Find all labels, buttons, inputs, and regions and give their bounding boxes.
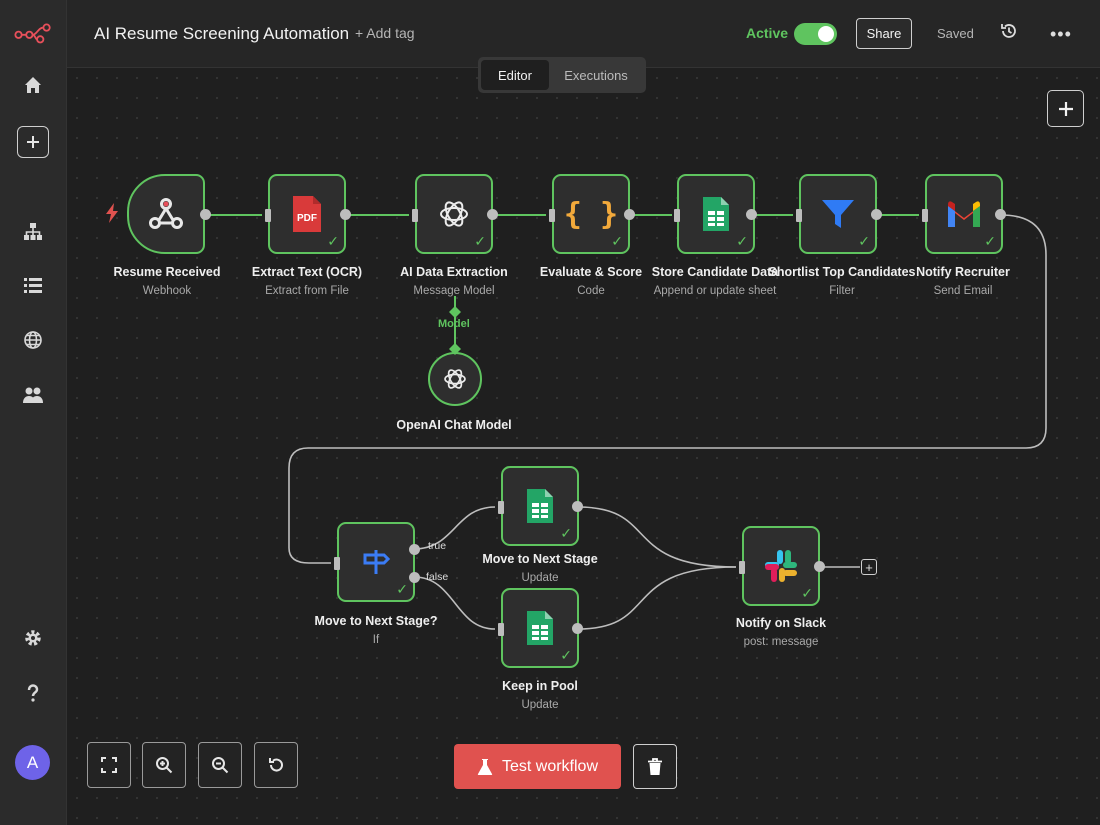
node-move-to-next-stage[interactable]: ✓ — [501, 466, 579, 546]
reset-zoom-button[interactable] — [254, 742, 298, 788]
input-port[interactable] — [739, 561, 745, 574]
input-port[interactable] — [796, 209, 802, 222]
output-port[interactable] — [487, 209, 498, 220]
node-label: Notify on Slack post: message — [735, 616, 827, 648]
model-port[interactable] — [449, 306, 461, 318]
slack-icon — [765, 550, 797, 582]
node-resume-received[interactable] — [127, 174, 205, 254]
true-output-port[interactable] — [409, 544, 420, 555]
filter-icon — [822, 200, 854, 228]
test-workflow-button[interactable]: Test workflow — [454, 744, 621, 789]
output-port[interactable] — [814, 561, 825, 572]
input-port[interactable] — [265, 209, 271, 222]
undo-icon — [269, 758, 283, 772]
success-check-icon: ✓ — [560, 525, 572, 541]
input-port[interactable] — [922, 209, 928, 222]
true-branch-label: true — [428, 540, 447, 552]
zoom-out-icon — [212, 757, 229, 774]
google-sheets-icon — [703, 197, 729, 231]
zoom-out-button[interactable] — [198, 742, 242, 788]
input-port[interactable] — [498, 623, 504, 636]
svg-text:PDF: PDF — [297, 213, 317, 224]
input-port[interactable] — [549, 209, 555, 222]
success-check-icon: ✓ — [327, 233, 339, 249]
zoom-in-icon — [156, 757, 173, 774]
node-label: Keep in Pool Update — [502, 679, 578, 711]
flask-icon — [477, 758, 493, 775]
tab-executions[interactable]: Executions — [549, 60, 643, 90]
fit-icon — [101, 757, 117, 773]
signpost-icon — [363, 550, 391, 574]
node-store-candidate-data[interactable]: ✓ — [677, 174, 755, 254]
false-branch-label: false — [426, 571, 449, 583]
node-ai-data-extraction[interactable]: ✓ — [415, 174, 493, 254]
node-keep-in-pool[interactable]: ✓ — [501, 588, 579, 668]
input-port[interactable] — [498, 501, 504, 514]
node-notify-recruiter[interactable]: ✓ — [925, 174, 1003, 254]
input-port[interactable] — [412, 209, 418, 222]
code-icon: { } — [563, 196, 619, 232]
success-check-icon: ✓ — [611, 233, 623, 249]
node-if-move-next-stage[interactable]: ✓ — [337, 522, 415, 602]
delete-button[interactable] — [633, 744, 677, 789]
add-next-node-button[interactable]: + — [861, 559, 877, 575]
node-notify-on-slack[interactable]: ✓ — [742, 526, 820, 606]
trash-icon — [648, 757, 662, 775]
tab-editor[interactable]: Editor — [481, 60, 549, 90]
node-label: OpenAI Chat Model — [396, 418, 512, 432]
google-sheets-icon — [527, 489, 553, 523]
success-check-icon: ✓ — [984, 233, 996, 249]
success-check-icon: ✓ — [858, 233, 870, 249]
openai-icon — [440, 201, 468, 227]
zoom-to-fit-button[interactable] — [87, 742, 131, 788]
model-port[interactable] — [449, 343, 461, 355]
success-check-icon: ✓ — [801, 585, 813, 601]
output-port[interactable] — [200, 209, 211, 220]
model-connection-label: Model — [438, 318, 470, 330]
gmail-icon — [948, 201, 980, 227]
view-tabs: Editor Executions — [478, 57, 646, 93]
add-node-button[interactable] — [1047, 90, 1084, 127]
node-label: Notify Recruiter Send Email — [916, 265, 1010, 297]
node-label: Move to Next Stage Update — [482, 552, 598, 584]
openai-icon — [444, 369, 466, 389]
success-check-icon: ✓ — [474, 233, 486, 249]
output-port[interactable] — [340, 209, 351, 220]
success-check-icon: ✓ — [736, 233, 748, 249]
google-sheets-icon — [527, 611, 553, 645]
success-check-icon: ✓ — [560, 647, 572, 663]
false-output-port[interactable] — [409, 572, 420, 583]
input-port[interactable] — [674, 209, 680, 222]
test-workflow-label: Test workflow — [501, 757, 599, 775]
success-check-icon: ✓ — [396, 581, 408, 597]
output-port[interactable] — [572, 501, 583, 512]
pdf-icon: PDF — [293, 196, 321, 232]
node-openai-chat-model[interactable] — [428, 352, 482, 406]
node-extract-text[interactable]: PDF ✓ — [268, 174, 346, 254]
node-shortlist[interactable]: ✓ — [799, 174, 877, 254]
zoom-in-button[interactable] — [142, 742, 186, 788]
output-port[interactable] — [746, 209, 757, 220]
output-port[interactable] — [624, 209, 635, 220]
output-port[interactable] — [995, 209, 1006, 220]
output-port[interactable] — [572, 623, 583, 634]
node-label: Move to Next Stage? If — [314, 614, 438, 646]
input-port[interactable] — [334, 557, 340, 570]
output-port[interactable] — [871, 209, 882, 220]
node-evaluate-score[interactable]: { } ✓ — [552, 174, 630, 254]
trigger-bolt-icon — [105, 203, 119, 228]
webhook-icon — [149, 198, 183, 229]
